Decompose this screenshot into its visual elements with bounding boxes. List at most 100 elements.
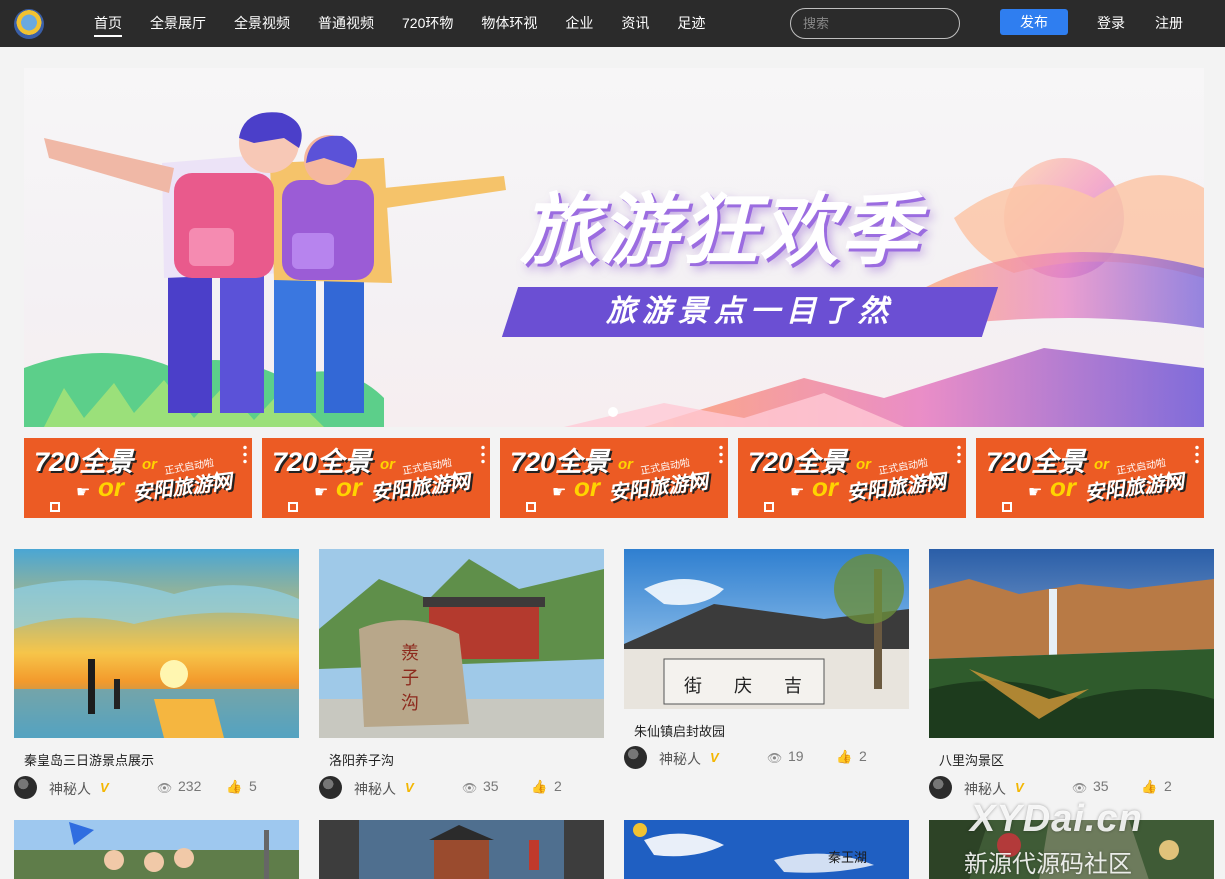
search-input[interactable] [790,8,960,39]
cursor-arrow-icon: ▲ [448,466,462,482]
promo-ad-banner[interactable]: 720全景 or 正式启动啦 or 安阳旅游网 ☛ ▲ [738,438,966,518]
nav-item[interactable]: 全景视频 [220,0,304,47]
svg-text:子: 子 [401,668,419,689]
svg-text:庆: 庆 [734,676,752,697]
svg-text:沟: 沟 [401,693,419,714]
nav-item[interactable]: 720环物 [388,0,467,47]
like-count: 2 [554,778,562,794]
card-title[interactable]: 秦皇岛三日游景点展示 [24,750,154,769]
author-name[interactable]: 神秘人 [659,749,701,769]
author-avatar[interactable] [929,776,952,799]
card-thumbnail[interactable] [319,820,604,879]
pointer-hand-icon: ☛ [76,484,91,501]
view-count: 35 [483,778,499,794]
card-thumbnail[interactable]: 街庆吉 [624,549,909,709]
card-title[interactable]: 八里沟景区 [939,750,1004,769]
promo-ad-banner[interactable]: 720全景 or 正式启动啦 or 安阳旅游网 ☛ ▲ [976,438,1204,518]
view-count: 35 [1093,778,1109,794]
author-name[interactable]: 神秘人 [354,779,396,799]
pointer-hand-icon: ☛ [314,484,329,501]
verified-badge-icon: V [710,750,719,765]
verified-badge-icon: V [1015,780,1024,795]
view-count: 232 [178,778,202,794]
carousel-dot[interactable] [608,407,618,417]
promo-ad-banner[interactable]: 720全景 or 正式启动啦 or 安阳旅游网 ☛ ▲ [500,438,728,518]
cursor-arrow-icon: ▲ [686,466,700,482]
publish-button[interactable]: 发布 [1000,9,1068,35]
more-dots-icon [957,444,961,464]
thumbnail-label: 秦王湖 [828,850,868,865]
site-logo[interactable] [14,9,44,39]
svg-text:羨: 羨 [401,643,419,664]
cursor-arrow-icon: ▲ [1162,466,1176,482]
author-name[interactable]: 神秘人 [49,779,91,799]
ad-or-small: or [1094,456,1109,473]
card-title[interactable]: 朱仙镇启封故园 [634,721,725,740]
more-dots-icon [719,444,723,464]
eye-icon: 👁 [1072,781,1088,795]
more-dots-icon [1195,444,1199,464]
watermark-line1: XYDai.cn [970,798,1143,840]
verified-badge-icon: V [100,780,109,795]
card-thumbnail[interactable] [929,549,1214,738]
card-meta: 神秘人 V 👁 19 👍 2 [624,746,909,770]
watermark-line2: 新源代源码社区 [964,851,1132,878]
main-nav: 首页 全景展厅 全景视频 普通视频 720环物 物体环视 企业 资讯 足迹 [80,0,719,47]
cube-icon [764,502,774,512]
card-thumbnail[interactable] [14,820,299,879]
thumbs-up-icon[interactable]: 👍 [1141,779,1157,795]
like-count: 2 [1164,778,1172,794]
hero-banner[interactable]: 旅游狂欢季 旅游景点一目了然 [24,68,1204,427]
ad-or-large: or [1050,472,1076,502]
author-avatar[interactable] [319,776,342,799]
banner-subtitle-text: 旅游景点一目了然 [606,295,894,328]
view-count: 19 [788,748,804,764]
more-dots-icon [243,444,247,464]
nav-item[interactable]: 企业 [551,0,607,47]
ad-or-large: or [336,472,362,502]
nav-item[interactable]: 资讯 [607,0,663,47]
cube-icon [1002,502,1012,512]
svg-text:街: 街 [684,676,702,697]
promo-ad-banner[interactable]: 720全景 or 正式启动啦 or 安阳旅游网 ☛ ▲ [24,438,252,518]
nav-item[interactable]: 全景展厅 [136,0,220,47]
svg-text:吉: 吉 [784,676,802,697]
cursor-arrow-icon: ▲ [924,466,938,482]
card-thumbnail[interactable] [14,549,299,738]
cursor-arrow-icon: ▲ [210,466,224,482]
pointer-hand-icon: ☛ [790,484,805,501]
eye-icon: 👁 [767,751,783,765]
login-link[interactable]: 登录 [1097,0,1125,46]
author-avatar[interactable] [14,776,37,799]
ad-or-large: or [98,472,124,502]
pointer-hand-icon: ☛ [552,484,567,501]
card-meta: 神秘人 V 👁 232 👍 5 [14,776,299,800]
ad-or-small: or [380,456,395,473]
card-meta: 神秘人 V 👁 35 👍 2 [929,776,1214,800]
banner-subtitle: 旅游景点一目了然 [501,287,999,337]
like-count: 2 [859,748,867,764]
author-avatar[interactable] [624,746,647,769]
pointer-hand-icon: ☛ [1028,484,1043,501]
nav-item[interactable]: 物体环视 [467,0,551,47]
cube-icon [526,502,536,512]
ad-or-small: or [856,456,871,473]
thumbs-up-icon[interactable]: 👍 [226,779,242,795]
author-name[interactable]: 神秘人 [964,779,1006,799]
nav-item[interactable]: 足迹 [663,0,719,47]
card-meta: 神秘人 V 👁 35 👍 2 [319,776,604,800]
banner-title: 旅游狂欢季 [520,186,921,276]
register-link[interactable]: 注册 [1155,0,1183,46]
card-title[interactable]: 洛阳养子沟 [329,750,394,769]
thumbs-up-icon[interactable]: 👍 [531,779,547,795]
nav-item[interactable]: 首页 [80,0,136,47]
card-thumbnail[interactable]: 羨子沟 [319,549,604,738]
cube-icon [288,502,298,512]
nav-item[interactable]: 普通视频 [304,0,388,47]
verified-badge-icon: V [405,780,414,795]
more-dots-icon [481,444,485,464]
ad-or-small: or [618,456,633,473]
thumbs-up-icon[interactable]: 👍 [836,749,852,765]
promo-ad-banner[interactable]: 720全景 or 正式启动啦 or 安阳旅游网 ☛ ▲ [262,438,490,518]
cube-icon [50,502,60,512]
